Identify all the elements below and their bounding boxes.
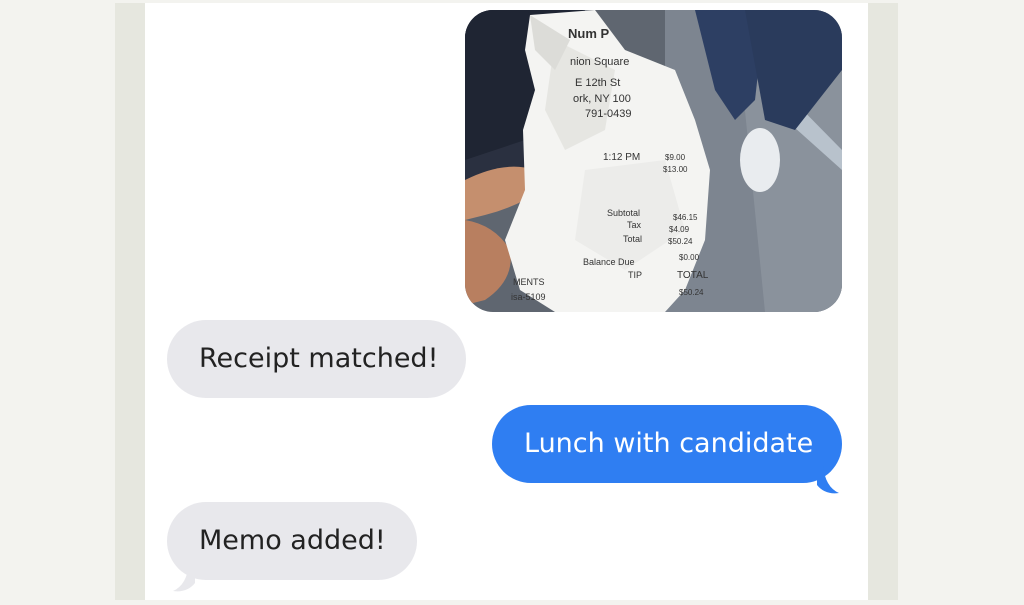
left-margin-band [115,3,145,600]
receipt-text: $13.00 [663,165,688,174]
receipt-text: TIP [628,270,642,280]
sent-message-bubble[interactable]: Lunch with candidate [492,405,842,483]
received-message-bubble[interactable]: Receipt matched! [167,320,466,398]
receipt-text: TOTAL [677,270,709,281]
receipt-text: $0.00 [679,253,700,262]
receipt-text: $4.09 [669,225,690,234]
receipt-text: ork, NY 100 [573,93,631,105]
receipt-photo: Num P nion Square E 12th St ork, NY 100 … [465,10,842,312]
receipt-text: 1:12 PM [603,152,640,163]
receipt-photo-message[interactable]: Num P nion Square E 12th St ork, NY 100 … [465,10,842,312]
receipt-text: $50.24 [679,288,704,297]
receipt-text: Total [623,234,642,244]
message-text: Receipt matched! [199,343,439,374]
receipt-text: 791-0439 [585,108,632,120]
receipt-text: Balance Due [583,257,635,267]
receipt-text: nion Square [570,56,629,68]
receipt-text: $9.00 [665,153,686,162]
sent-bubble-tail [817,465,839,494]
received-bubble-tail [173,563,195,592]
receipt-text: $50.24 [668,237,693,246]
right-margin-band [868,3,898,600]
message-text: Lunch with candidate [524,428,814,459]
receipt-text: Num P [568,26,610,41]
receipt-text: Tax [627,220,642,230]
receipt-text: E 12th St [575,77,620,89]
receipt-text: MENTS [513,277,545,287]
receipt-text: Subtotal [607,208,640,218]
received-message-bubble[interactable]: Memo added! [167,502,417,580]
message-thread[interactable]: Num P nion Square E 12th St ork, NY 100 … [145,3,868,600]
receipt-text: isa-5109 [511,292,546,302]
receipt-text: $46.15 [673,213,698,222]
message-text: Memo added! [199,525,386,556]
